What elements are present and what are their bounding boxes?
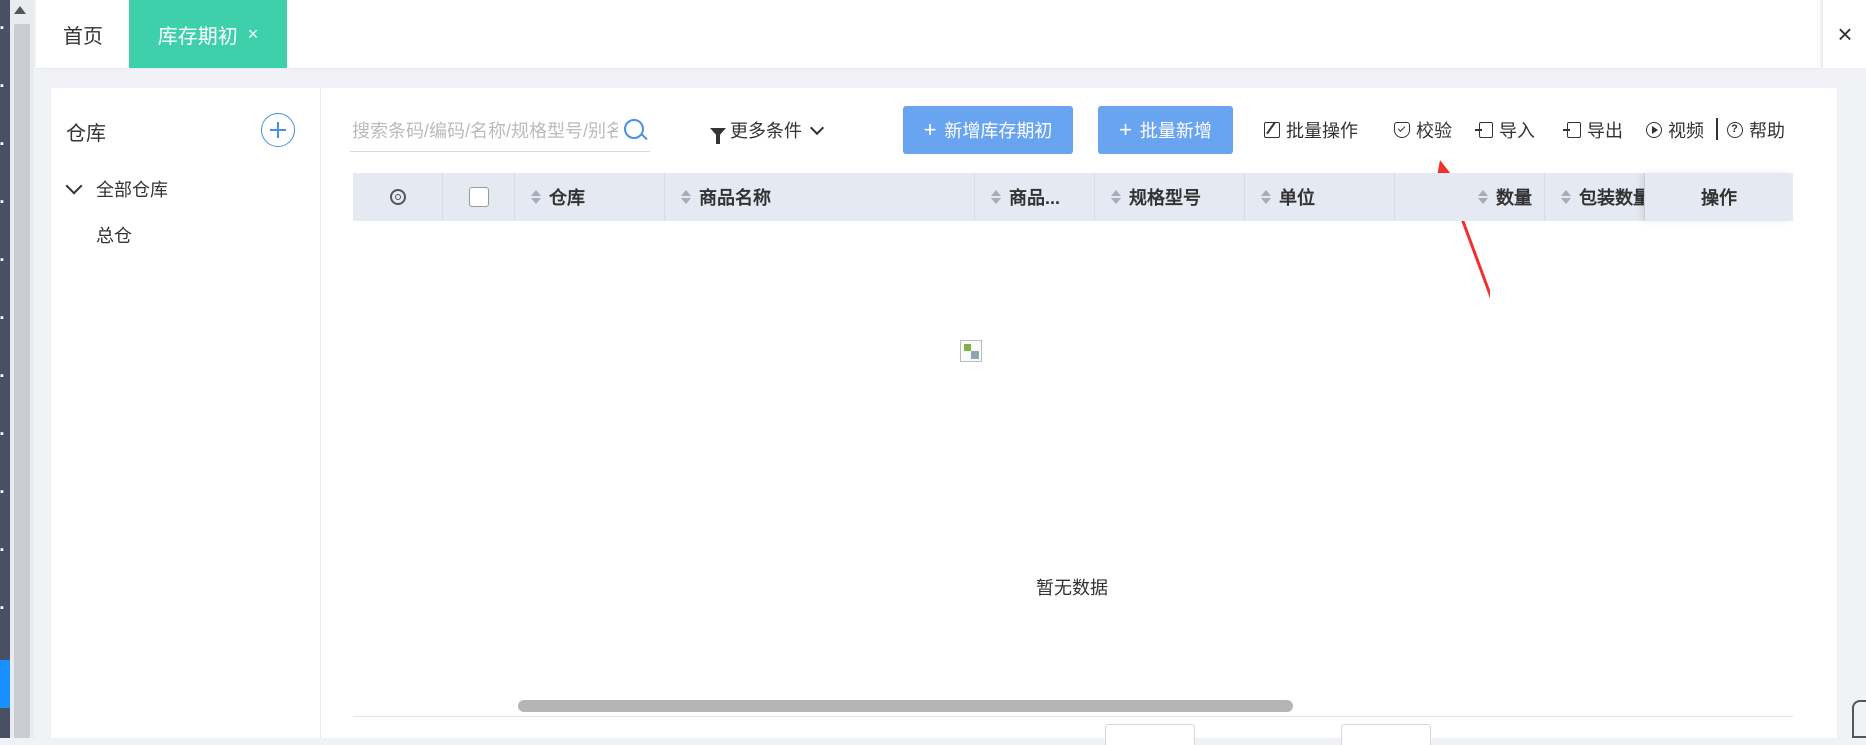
more-filters-button[interactable]: 更多条件 (710, 114, 825, 146)
tree-node-all-warehouses[interactable]: 全部仓库 (96, 176, 168, 202)
export-button[interactable]: 导出 (1563, 114, 1623, 146)
gear-icon (389, 189, 406, 205)
column-settings-button[interactable] (353, 173, 443, 221)
export-label: 导出 (1587, 121, 1623, 141)
sort-icon (1111, 190, 1121, 204)
column-header-actions: 操作 (1645, 173, 1793, 221)
column-header-spec[interactable]: 规格型号 (1095, 173, 1245, 221)
tree-node-main-warehouse[interactable]: 总仓 (96, 222, 132, 248)
table-hscroll-thumb[interactable] (518, 700, 1293, 712)
import-label: 导入 (1499, 121, 1535, 141)
app-nav-strip: ▪ ▪ ▪ ▪ ▪ ▪ ▪ ▪ ▪ ▪ ▪ (0, 0, 10, 738)
sort-icon (1478, 190, 1488, 204)
import-button[interactable]: 导入 (1475, 114, 1535, 146)
nav-icon[interactable]: ▪ (0, 312, 10, 324)
column-header-unit[interactable]: 单位 (1245, 173, 1395, 221)
tab-inventory-initial[interactable]: 库存期初 × (129, 0, 287, 68)
scroll-up-arrow-icon[interactable] (14, 6, 26, 14)
empty-state-text: 暂无数据 (1036, 578, 1108, 598)
page-size-select[interactable] (1105, 724, 1195, 745)
nav-item-active[interactable] (0, 660, 10, 708)
add-warehouse-button[interactable] (261, 113, 295, 147)
column-header-warehouse[interactable]: 仓库 (515, 173, 665, 221)
plus-icon: + (1119, 117, 1132, 142)
column-header-package-qty[interactable]: 包装数量 (1545, 173, 1645, 221)
help-icon: ? (1727, 122, 1743, 138)
nav-icon[interactable]: ▪ (0, 370, 10, 382)
add-initial-stock-button[interactable]: + 新增库存期初 (903, 106, 1073, 154)
video-button[interactable]: 视频 (1646, 114, 1704, 146)
page-jump-input[interactable] (1341, 724, 1431, 745)
video-label: 视频 (1668, 121, 1704, 141)
export-icon (1563, 122, 1581, 138)
batch-operations-label: 批量操作 (1286, 121, 1358, 141)
column-header-product-code[interactable]: 商品... (975, 173, 1095, 221)
column-header-product-name[interactable]: 商品名称 (665, 173, 975, 221)
import-icon (1475, 122, 1493, 138)
sort-icon (1561, 190, 1571, 204)
column-header-label: 商品名称 (699, 188, 771, 208)
empty-state-image (960, 340, 982, 362)
nav-icon[interactable]: ▪ (0, 544, 10, 556)
nav-icon[interactable]: ▪ (0, 138, 10, 150)
add-initial-stock-label: 新增库存期初 (944, 121, 1053, 141)
search-input[interactable] (350, 116, 620, 146)
search-icon[interactable] (624, 119, 644, 139)
tab-bar (36, 0, 1820, 69)
column-header-label: 包装数量 (1579, 188, 1645, 208)
chevron-down-icon (809, 120, 825, 135)
nav-icon[interactable]: ▪ (0, 428, 10, 440)
column-header-quantity[interactable]: 数量 (1395, 173, 1545, 221)
nav-icon[interactable]: ▪ (0, 80, 10, 92)
shield-check-icon (1394, 122, 1410, 138)
search-box (350, 110, 650, 152)
column-header-label: 规格型号 (1129, 188, 1201, 208)
tab-home-label: 首页 (63, 25, 103, 48)
batch-add-label: 批量新增 (1139, 121, 1212, 141)
nav-icon[interactable]: ▪ (0, 254, 10, 266)
more-filters-label: 更多条件 (730, 121, 802, 141)
help-button[interactable]: ? 帮助 (1727, 114, 1785, 146)
plus-icon: + (923, 117, 937, 142)
play-icon (1646, 122, 1662, 138)
tab-home[interactable]: 首页 (36, 0, 130, 68)
batch-add-button[interactable]: + 批量新增 (1098, 106, 1233, 154)
select-all-checkbox[interactable] (468, 187, 489, 207)
batch-operations-button[interactable]: 批量操作 (1264, 114, 1358, 146)
tab-close-icon[interactable]: × (248, 24, 259, 45)
close-icon[interactable]: × (1822, 0, 1866, 68)
column-header-label: 仓库 (549, 188, 585, 208)
filter-icon (710, 127, 726, 144)
sort-icon (531, 190, 541, 204)
floating-widget[interactable] (1852, 700, 1866, 738)
sort-icon (991, 190, 1001, 204)
select-all-cell (443, 173, 515, 221)
toolbar-separator (1716, 118, 1718, 140)
help-label: 帮助 (1749, 121, 1785, 141)
column-header-label: 数量 (1496, 188, 1532, 208)
sort-icon (681, 190, 691, 204)
verify-label: 校验 (1416, 121, 1452, 141)
column-header-label: 单位 (1279, 188, 1315, 208)
column-header-label: 操作 (1701, 188, 1737, 208)
sidebar-title: 仓库 (66, 123, 106, 145)
edit-icon (1264, 122, 1280, 138)
nav-icon[interactable]: ▪ (0, 602, 10, 614)
sidebar-divider (320, 88, 321, 738)
nav-icon[interactable]: ▪ (0, 196, 10, 208)
tab-active-label: 库存期初 (157, 25, 238, 48)
column-header-label: 商品... (1009, 188, 1061, 208)
verify-button[interactable]: 校验 (1394, 114, 1452, 146)
nav-icon[interactable]: ▪ (0, 486, 10, 498)
sort-icon (1261, 190, 1271, 204)
nav-scrollbar-thumb[interactable] (14, 24, 30, 738)
nav-icon[interactable]: ▪ (0, 22, 10, 34)
